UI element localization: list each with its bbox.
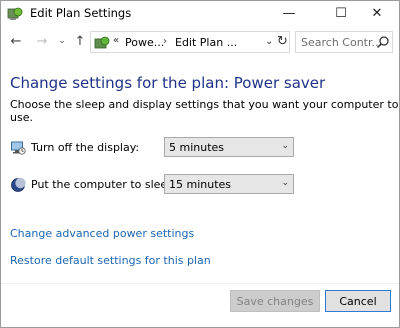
up-arrow-icon[interactable]: ↑ [71, 32, 89, 50]
chevron-down-icon: ⌄ [281, 178, 289, 188]
search-input[interactable]: Search Contr... [295, 31, 393, 53]
address-dropdown-icon[interactable]: ⌄ [265, 36, 273, 47]
navigation-bar: ← → ⌄ ↑ « Powe... › Edit Plan ... ⌄ ↻ Se… [1, 28, 399, 55]
display-timeout-select[interactable]: 5 minutes ⌄ [164, 137, 294, 157]
moon-icon [11, 177, 26, 192]
cancel-button[interactable]: Cancel [325, 290, 391, 312]
search-placeholder: Search Contr... [301, 36, 382, 49]
page-title: Change settings for the plan: Power save… [10, 74, 326, 92]
monitor-icon [11, 141, 26, 155]
breadcrumb-power-options[interactable]: Powe... [125, 36, 164, 49]
sleep-timeout-label: Put the computer to sleep: [31, 178, 178, 191]
power-options-icon [7, 7, 23, 20]
search-icon [376, 36, 389, 49]
breadcrumb-edit-plan[interactable]: Edit Plan ... [175, 36, 237, 49]
control-panel-icon [94, 36, 110, 49]
minimize-button[interactable]: — [267, 1, 311, 26]
back-arrow-icon[interactable]: ← [7, 32, 25, 50]
refresh-icon[interactable]: ↻ [277, 34, 288, 49]
title-bar: Edit Plan Settings — ☐ ✕ [1, 1, 399, 26]
save-button[interactable]: Save changes [230, 290, 320, 312]
breadcrumb-separator-icon[interactable]: › [163, 36, 167, 47]
overflow-chevron-icon[interactable]: « [113, 35, 119, 46]
change-advanced-settings-link[interactable]: Change advanced power settings [10, 227, 194, 240]
chevron-down-icon: ⌄ [281, 141, 289, 151]
display-timeout-value: 5 minutes [169, 141, 225, 154]
sleep-timeout-select[interactable]: 15 minutes ⌄ [164, 174, 294, 194]
restore-defaults-link[interactable]: Restore default settings for this plan [10, 254, 211, 267]
close-button[interactable]: ✕ [355, 1, 399, 26]
footer-divider [1, 283, 399, 284]
edit-plan-settings-window: Edit Plan Settings — ☐ ✕ ← → ⌄ ↑ « Powe.… [0, 0, 400, 328]
window-title: Edit Plan Settings [30, 6, 132, 20]
address-bar[interactable]: « Powe... › Edit Plan ... ⌄ ↻ [90, 31, 290, 53]
display-timeout-label: Turn off the display: [31, 141, 140, 154]
forward-arrow-icon[interactable]: → [33, 32, 51, 50]
recent-locations-chevron-icon[interactable]: ⌄ [53, 32, 71, 50]
sleep-timeout-value: 15 minutes [169, 178, 232, 191]
page-description: Choose the sleep and display settings th… [10, 98, 399, 124]
